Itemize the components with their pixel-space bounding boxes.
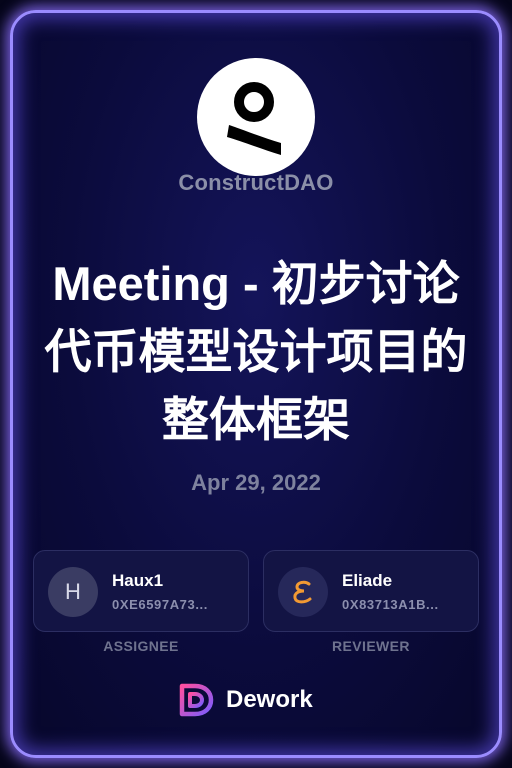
constructdao-logo-icon <box>197 58 315 176</box>
dework-brand: Dework <box>178 683 313 717</box>
dework-logo-icon <box>179 683 214 717</box>
organization-name: ConstructDAO <box>178 170 334 195</box>
task-title: Meeting - 初步讨论代币模型设计项目的整体框架 <box>44 257 468 446</box>
assignee-card: H Haux1 0XE6597A73... <box>33 550 249 632</box>
reviewer-card: Eliade 0X83713A1B... <box>263 550 479 632</box>
assignee-address: 0XE6597A73... <box>112 597 208 612</box>
script-e-icon <box>278 567 328 617</box>
assignee-role-label: ASSIGNEE <box>103 638 179 654</box>
brand-name: Dework <box>226 686 313 713</box>
reviewer-role-label: REVIEWER <box>332 638 410 654</box>
assignee-name: Haux1 <box>112 571 164 590</box>
task-date: Apr 29, 2022 <box>191 470 321 495</box>
reviewer-name: Eliade <box>342 571 393 590</box>
avatar: H <box>48 567 98 617</box>
avatar-letter: H <box>65 579 81 604</box>
reviewer-address: 0X83713A1B... <box>342 597 439 612</box>
